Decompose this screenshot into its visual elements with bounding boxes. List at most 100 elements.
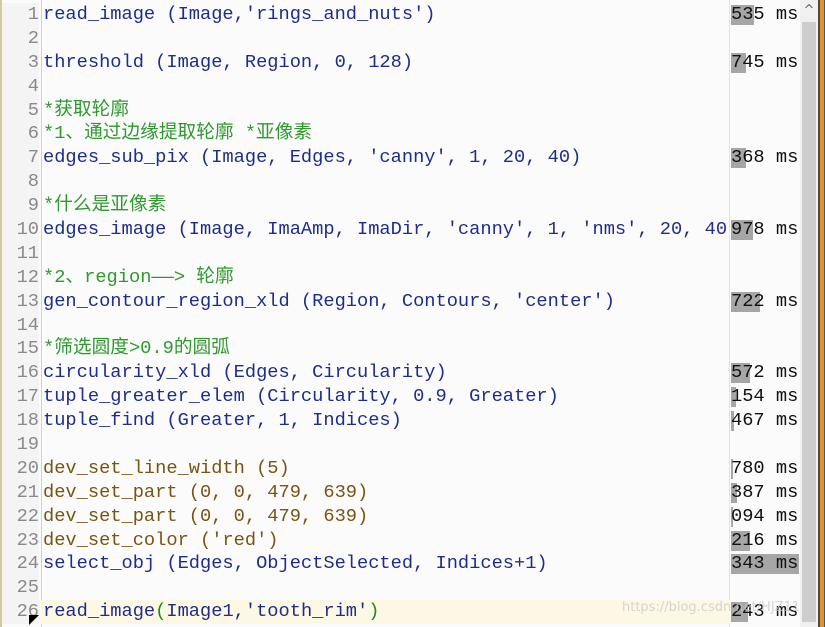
profiler-time: 978 ms bbox=[731, 218, 799, 242]
line-number[interactable]: 2 bbox=[2, 26, 39, 51]
line-number[interactable]: 11 bbox=[2, 241, 39, 266]
code-line[interactable]: 6 *1、通过边缘提取轮廓 *亚像素 bbox=[2, 122, 799, 147]
line-number[interactable]: 16 bbox=[2, 361, 39, 386]
code-line[interactable]: 4 bbox=[2, 74, 799, 99]
code-line[interactable]: 1 read_image (Image,'rings_and_nuts') 535 … bbox=[2, 3, 799, 27]
profiler-time: 467 ms bbox=[731, 409, 799, 434]
line-number[interactable]: 23 bbox=[2, 528, 39, 553]
profiler-time-value: 467 ms bbox=[731, 409, 799, 432]
line-number[interactable]: 19 bbox=[2, 433, 39, 457]
line-number[interactable]: 12 bbox=[2, 265, 39, 290]
profiler-time: 216 ms bbox=[731, 528, 799, 553]
profiler-time: 572 ms bbox=[731, 361, 799, 386]
code-line[interactable]: 15 *筛选圆度>0.9的圆弧 bbox=[2, 337, 799, 362]
code-text[interactable]: dev_set_part (0, 0, 479, 639) bbox=[43, 505, 729, 529]
profiler-time-value: 722 ms bbox=[731, 289, 799, 312]
code-text[interactable]: *筛选圆度>0.9的圆弧 bbox=[43, 337, 729, 361]
line-number[interactable]: 24 bbox=[2, 552, 39, 577]
line-number[interactable]: 1 bbox=[2, 3, 39, 27]
line-number[interactable]: 18 bbox=[2, 409, 39, 434]
line-number[interactable]: 4 bbox=[2, 74, 39, 99]
line-number[interactable]: 15 bbox=[2, 337, 39, 362]
line-number[interactable]: 17 bbox=[2, 385, 39, 410]
code-line[interactable]: 2 bbox=[2, 26, 799, 51]
line-number[interactable]: 3 bbox=[2, 50, 39, 75]
code-line[interactable]: 24 select_obj (Edges, ObjectSelected, Ind… bbox=[2, 552, 799, 577]
code-text[interactable]: *2、region——> 轮廓 bbox=[43, 266, 729, 290]
line-number[interactable]: 10 bbox=[2, 218, 39, 242]
profiler-time-value: 216 ms bbox=[731, 528, 799, 551]
window-border bbox=[818, 0, 825, 627]
profiler-time-value: 094 ms bbox=[731, 504, 799, 527]
code-text[interactable]: tuple_greater_elem (Circularity, 0.9, Gr… bbox=[43, 385, 729, 409]
code-line[interactable]: 10 edges_image (Image, ImaAmp, ImaDir, 'c… bbox=[2, 218, 799, 242]
line-number[interactable]: 22 bbox=[2, 504, 39, 529]
code-line[interactable]: 25 bbox=[2, 576, 799, 601]
code-text[interactable]: tuple_find (Greater, 1, Indices) bbox=[43, 409, 729, 433]
code-text[interactable]: gen_contour_region_xld (Region, Contours… bbox=[43, 290, 729, 314]
profiler-time: 368 ms bbox=[731, 146, 799, 171]
profiler-time: 343 ms bbox=[731, 552, 799, 577]
code-text[interactable]: dev_set_color ('red') bbox=[43, 529, 729, 553]
code-text[interactable]: circularity_xld (Edges, Circularity) bbox=[43, 361, 729, 385]
code-line[interactable]: 21 dev_set_part (0, 0, 479, 639) 387 ms bbox=[2, 480, 799, 505]
code-line[interactable]: 14 bbox=[2, 313, 799, 338]
code-text[interactable]: select_obj (Edges, ObjectSelected, Indic… bbox=[43, 552, 729, 576]
code-line[interactable]: 18 tuple_find (Greater, 1, Indices) 467 ms bbox=[2, 409, 799, 434]
profiler-time-value: 745 ms bbox=[731, 50, 799, 73]
code-line[interactable]: 9 *什么是亚像素 bbox=[2, 194, 799, 219]
code-line[interactable]: 17 tuple_greater_elem (Circularity, 0.9, … bbox=[2, 385, 799, 410]
code-line[interactable]: 11 bbox=[2, 241, 799, 266]
code-text[interactable]: dev_set_part (0, 0, 479, 639) bbox=[43, 481, 729, 505]
code-editor[interactable]: 1 read_image (Image,'rings_and_nuts') 535 … bbox=[0, 0, 825, 627]
watermark: https://blog.csdn.net/HJZ11 bbox=[622, 600, 801, 615]
mouse-cursor-icon bbox=[29, 615, 39, 625]
code-line[interactable]: 7 edges_sub_pix (Image, Edges, 'canny', 1… bbox=[2, 146, 799, 171]
code-line[interactable]: 12 *2、region——> 轮廓 bbox=[2, 265, 799, 290]
code-text[interactable]: *1、通过边缘提取轮廓 *亚像素 bbox=[43, 122, 729, 146]
code-text[interactable]: edges_image (Image, ImaAmp, ImaDir, 'can… bbox=[43, 218, 729, 242]
line-number[interactable]: 21 bbox=[2, 480, 39, 505]
code-line[interactable]: 3 threshold (Image, Region, 0, 128) 745 ms bbox=[2, 50, 799, 75]
line-number[interactable]: 25 bbox=[2, 576, 39, 601]
code-line[interactable]: 8 bbox=[2, 170, 799, 195]
code-text[interactable]: *获取轮廓 bbox=[43, 99, 729, 123]
line-number[interactable]: 8 bbox=[2, 170, 39, 195]
profiler-time-value: 368 ms bbox=[731, 146, 799, 169]
profiler-time-value: 154 ms bbox=[731, 385, 799, 408]
line-number[interactable]: 5 bbox=[2, 98, 39, 123]
profiler-time: 745 ms bbox=[731, 50, 799, 75]
code-line[interactable]: 19 bbox=[2, 433, 799, 457]
profiler-time-value: 343 ms bbox=[731, 552, 799, 575]
code-line[interactable]: 5 *获取轮廓 bbox=[2, 98, 799, 123]
line-number[interactable]: 14 bbox=[2, 313, 39, 338]
code-text[interactable]: edges_sub_pix (Image, Edges, 'canny', 1,… bbox=[43, 146, 729, 170]
code-line[interactable]: 23 dev_set_color ('red') 216 ms bbox=[2, 528, 799, 553]
code-line[interactable]: 16 circularity_xld (Edges, Circularity) 57… bbox=[2, 361, 799, 386]
profiler-time-value: 978 ms bbox=[731, 218, 799, 241]
code-text[interactable]: *什么是亚像素 bbox=[43, 194, 729, 218]
line-number[interactable]: 7 bbox=[2, 146, 39, 171]
code-lines[interactable]: 1 read_image (Image,'rings_and_nuts') 535 … bbox=[2, 3, 799, 625]
profiler-time: 094 ms bbox=[731, 504, 799, 529]
scrollbar-thumb[interactable] bbox=[802, 22, 816, 622]
profiler-time: 154 ms bbox=[731, 385, 799, 410]
code-text[interactable]: threshold (Image, Region, 0, 128) bbox=[43, 51, 729, 75]
line-number[interactable]: 20 bbox=[2, 456, 39, 481]
code-line[interactable]: 20 dev_set_line_width (5) 780 ms bbox=[2, 456, 799, 481]
profiler-time-value: 535 ms bbox=[731, 3, 799, 25]
code-text[interactable]: read_image (Image,'rings_and_nuts') bbox=[43, 3, 729, 27]
line-number[interactable]: 9 bbox=[2, 194, 39, 219]
line-number[interactable]: 13 bbox=[2, 289, 39, 314]
profiler-time: 780 ms bbox=[731, 456, 799, 481]
profiler-time: 722 ms bbox=[731, 289, 799, 314]
line-number[interactable]: 6 bbox=[2, 122, 39, 147]
vertical-scrollbar[interactable]: ^ bbox=[800, 0, 818, 627]
code-text[interactable]: dev_set_line_width (5) bbox=[43, 457, 729, 481]
profiler-time: 535 ms bbox=[731, 3, 799, 27]
code-line[interactable]: 22 dev_set_part (0, 0, 479, 639) 094 ms bbox=[2, 504, 799, 529]
code-line[interactable]: 13 gen_contour_region_xld (Region, Contou… bbox=[2, 289, 799, 314]
scroll-up-icon[interactable]: ^ bbox=[800, 0, 818, 20]
profiler-time-value: 780 ms bbox=[731, 456, 799, 479]
profiler-time-value: 387 ms bbox=[731, 480, 799, 503]
